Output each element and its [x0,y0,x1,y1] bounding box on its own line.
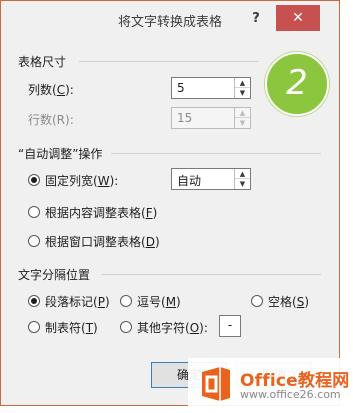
autofit-window-radio[interactable] [28,235,40,247]
columns-value: 5 [177,81,185,95]
other-char-radio[interactable] [120,321,132,333]
close-button[interactable]: ✕ [276,5,320,31]
office-logo-icon [202,367,230,401]
columns-down-arrow-icon[interactable]: ▼ [235,88,250,98]
separator-divider [101,274,321,275]
table-size-header: 表格尺寸 [18,55,67,69]
fixed-width-spinner[interactable]: 自动 ▲ ▼ [171,168,251,190]
columns-spinner[interactable]: 5 ▲ ▼ [171,77,251,99]
table-size-divider [79,61,259,62]
columns-label: 列数(C): [28,83,74,97]
watermark: Office教程网 www.office26.com [188,358,353,413]
autofit-header: “自动调整”操作 [18,147,103,161]
rows-spinner: 15 ▲ ▼ [171,107,251,129]
rows-down-arrow-icon: ▼ [239,119,246,127]
autofit-content-label[interactable]: 根据内容调整表格(F) [45,204,157,221]
fixed-width-down-arrow-icon[interactable]: ▼ [235,179,250,189]
tab-radio[interactable] [28,321,40,333]
comma-radio[interactable] [120,295,132,307]
space-label[interactable]: 空格(S) [268,293,309,310]
paragraph-mark-label[interactable]: 段落标记(P) [45,293,110,310]
watermark-url: www.office26.com [240,388,341,401]
autofit-content-radio[interactable] [28,206,40,218]
rows-label: 行数(R): [28,113,74,127]
other-char-label[interactable]: 其他字符(O): [137,319,208,336]
title-bar: 将文字转换成表格 ? ✕ [1,1,339,39]
fixed-width-up-arrow-icon[interactable]: ▲ [235,169,250,179]
columns-up-arrow-icon[interactable]: ▲ [235,78,250,88]
rows-up-arrow-icon: ▲ [235,108,250,118]
rows-value: 15 [177,111,193,125]
fixed-width-label[interactable]: 固定列宽(W): [45,172,118,189]
step-number-badge: 2 [265,52,329,116]
other-char-input[interactable]: - [219,315,241,337]
paragraph-mark-radio[interactable] [28,295,40,307]
separator-header: 文字分隔位置 [18,268,91,282]
tab-label[interactable]: 制表符(T) [45,319,98,336]
autofit-divider [111,153,321,154]
fixed-width-value: 自动 [177,174,202,188]
help-button[interactable]: ? [245,9,267,29]
space-radio[interactable] [251,295,263,307]
fixed-width-radio[interactable] [28,174,40,186]
autofit-window-label[interactable]: 根据窗口调整表格(D) [45,233,160,250]
comma-label[interactable]: 逗号(M) [137,293,181,310]
